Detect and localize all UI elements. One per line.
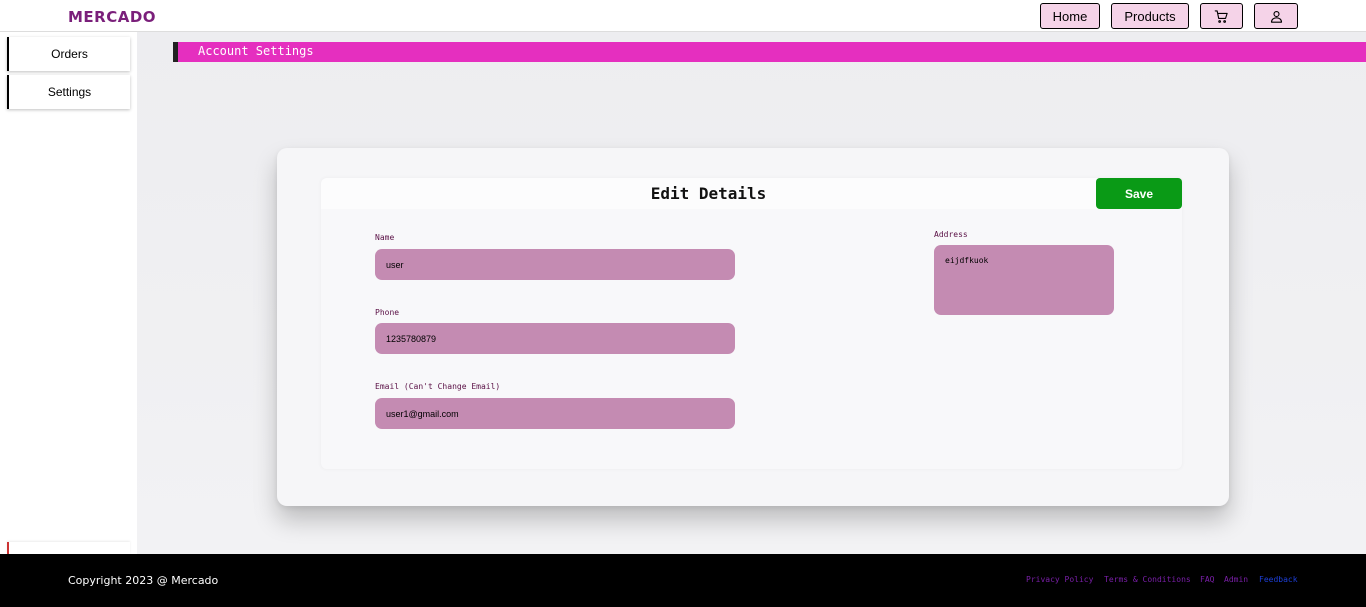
panel-header: Edit Details Save bbox=[321, 178, 1182, 209]
home-button[interactable]: Home bbox=[1040, 3, 1100, 29]
products-button[interactable]: Products bbox=[1111, 3, 1189, 29]
phone-label: Phone bbox=[375, 308, 400, 317]
top-navbar: MERCADO Home Products bbox=[0, 0, 1366, 32]
sidebar: Orders Settings bbox=[0, 32, 137, 554]
edit-details-panel: Edit Details Save Name user Phone 123578… bbox=[321, 178, 1182, 469]
form-title: Edit Details bbox=[650, 184, 767, 203]
edit-details-card: Edit Details Save Name user Phone 123578… bbox=[277, 148, 1229, 506]
cart-button[interactable] bbox=[1200, 3, 1243, 29]
name-label: Name bbox=[375, 233, 395, 242]
faq-link[interactable]: FAQ bbox=[1200, 575, 1214, 584]
address-textarea[interactable]: eijdfkuok bbox=[934, 245, 1114, 315]
copyright-text: Copyright 2023 @ Mercado bbox=[68, 574, 219, 587]
user-icon bbox=[1270, 10, 1282, 23]
sidebar-item-orders[interactable]: Orders bbox=[7, 37, 130, 71]
email-label: Email (Can't Change Email) bbox=[375, 382, 501, 391]
admin-link[interactable]: Admin bbox=[1224, 575, 1248, 584]
terms-link[interactable]: Terms & Conditions bbox=[1104, 575, 1191, 584]
save-button[interactable]: Save bbox=[1096, 178, 1182, 209]
brand-logo[interactable]: MERCADO bbox=[68, 8, 156, 26]
email-field[interactable]: user1@gmail.com bbox=[375, 398, 735, 429]
section-header-bar: Account Settings bbox=[173, 42, 1366, 62]
footer: Copyright 2023 @ Mercado Privacy Policy … bbox=[0, 554, 1366, 607]
section-title: Account Settings bbox=[198, 44, 314, 58]
sidebar-bottom-item[interactable] bbox=[7, 542, 130, 554]
cart-icon bbox=[1214, 9, 1228, 23]
privacy-policy-link[interactable]: Privacy Policy bbox=[1026, 575, 1093, 584]
main-content: Account Settings Edit Details Save Name … bbox=[137, 32, 1366, 554]
feedback-link[interactable]: Feedback bbox=[1259, 575, 1298, 584]
user-account-button[interactable] bbox=[1254, 3, 1298, 29]
address-label: Address bbox=[934, 230, 968, 239]
name-field[interactable]: user bbox=[375, 249, 735, 280]
sidebar-item-settings[interactable]: Settings bbox=[7, 75, 130, 109]
phone-field[interactable]: 1235780879 bbox=[375, 323, 735, 354]
